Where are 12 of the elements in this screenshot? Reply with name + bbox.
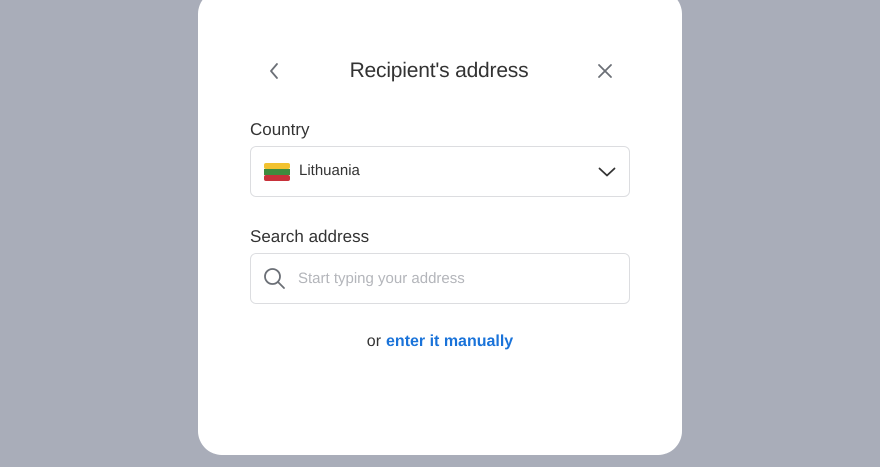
chevron-down-icon [598,166,616,176]
close-icon[interactable] [596,62,614,80]
field-label: Country [250,120,311,140]
search-icon [263,267,286,290]
enter-manually-link[interactable]: enter it manually [386,330,514,354]
manual-entry-prefix: or [366,332,382,352]
country-select[interactable]: Lithuania [250,146,630,197]
search-field[interactable]: Start typing your address [250,253,630,304]
field-label: Search address [250,227,370,247]
selected-country: Lithuania [299,161,361,182]
dialog-title: Recipient's address [350,58,528,84]
flag-icon [264,162,290,180]
